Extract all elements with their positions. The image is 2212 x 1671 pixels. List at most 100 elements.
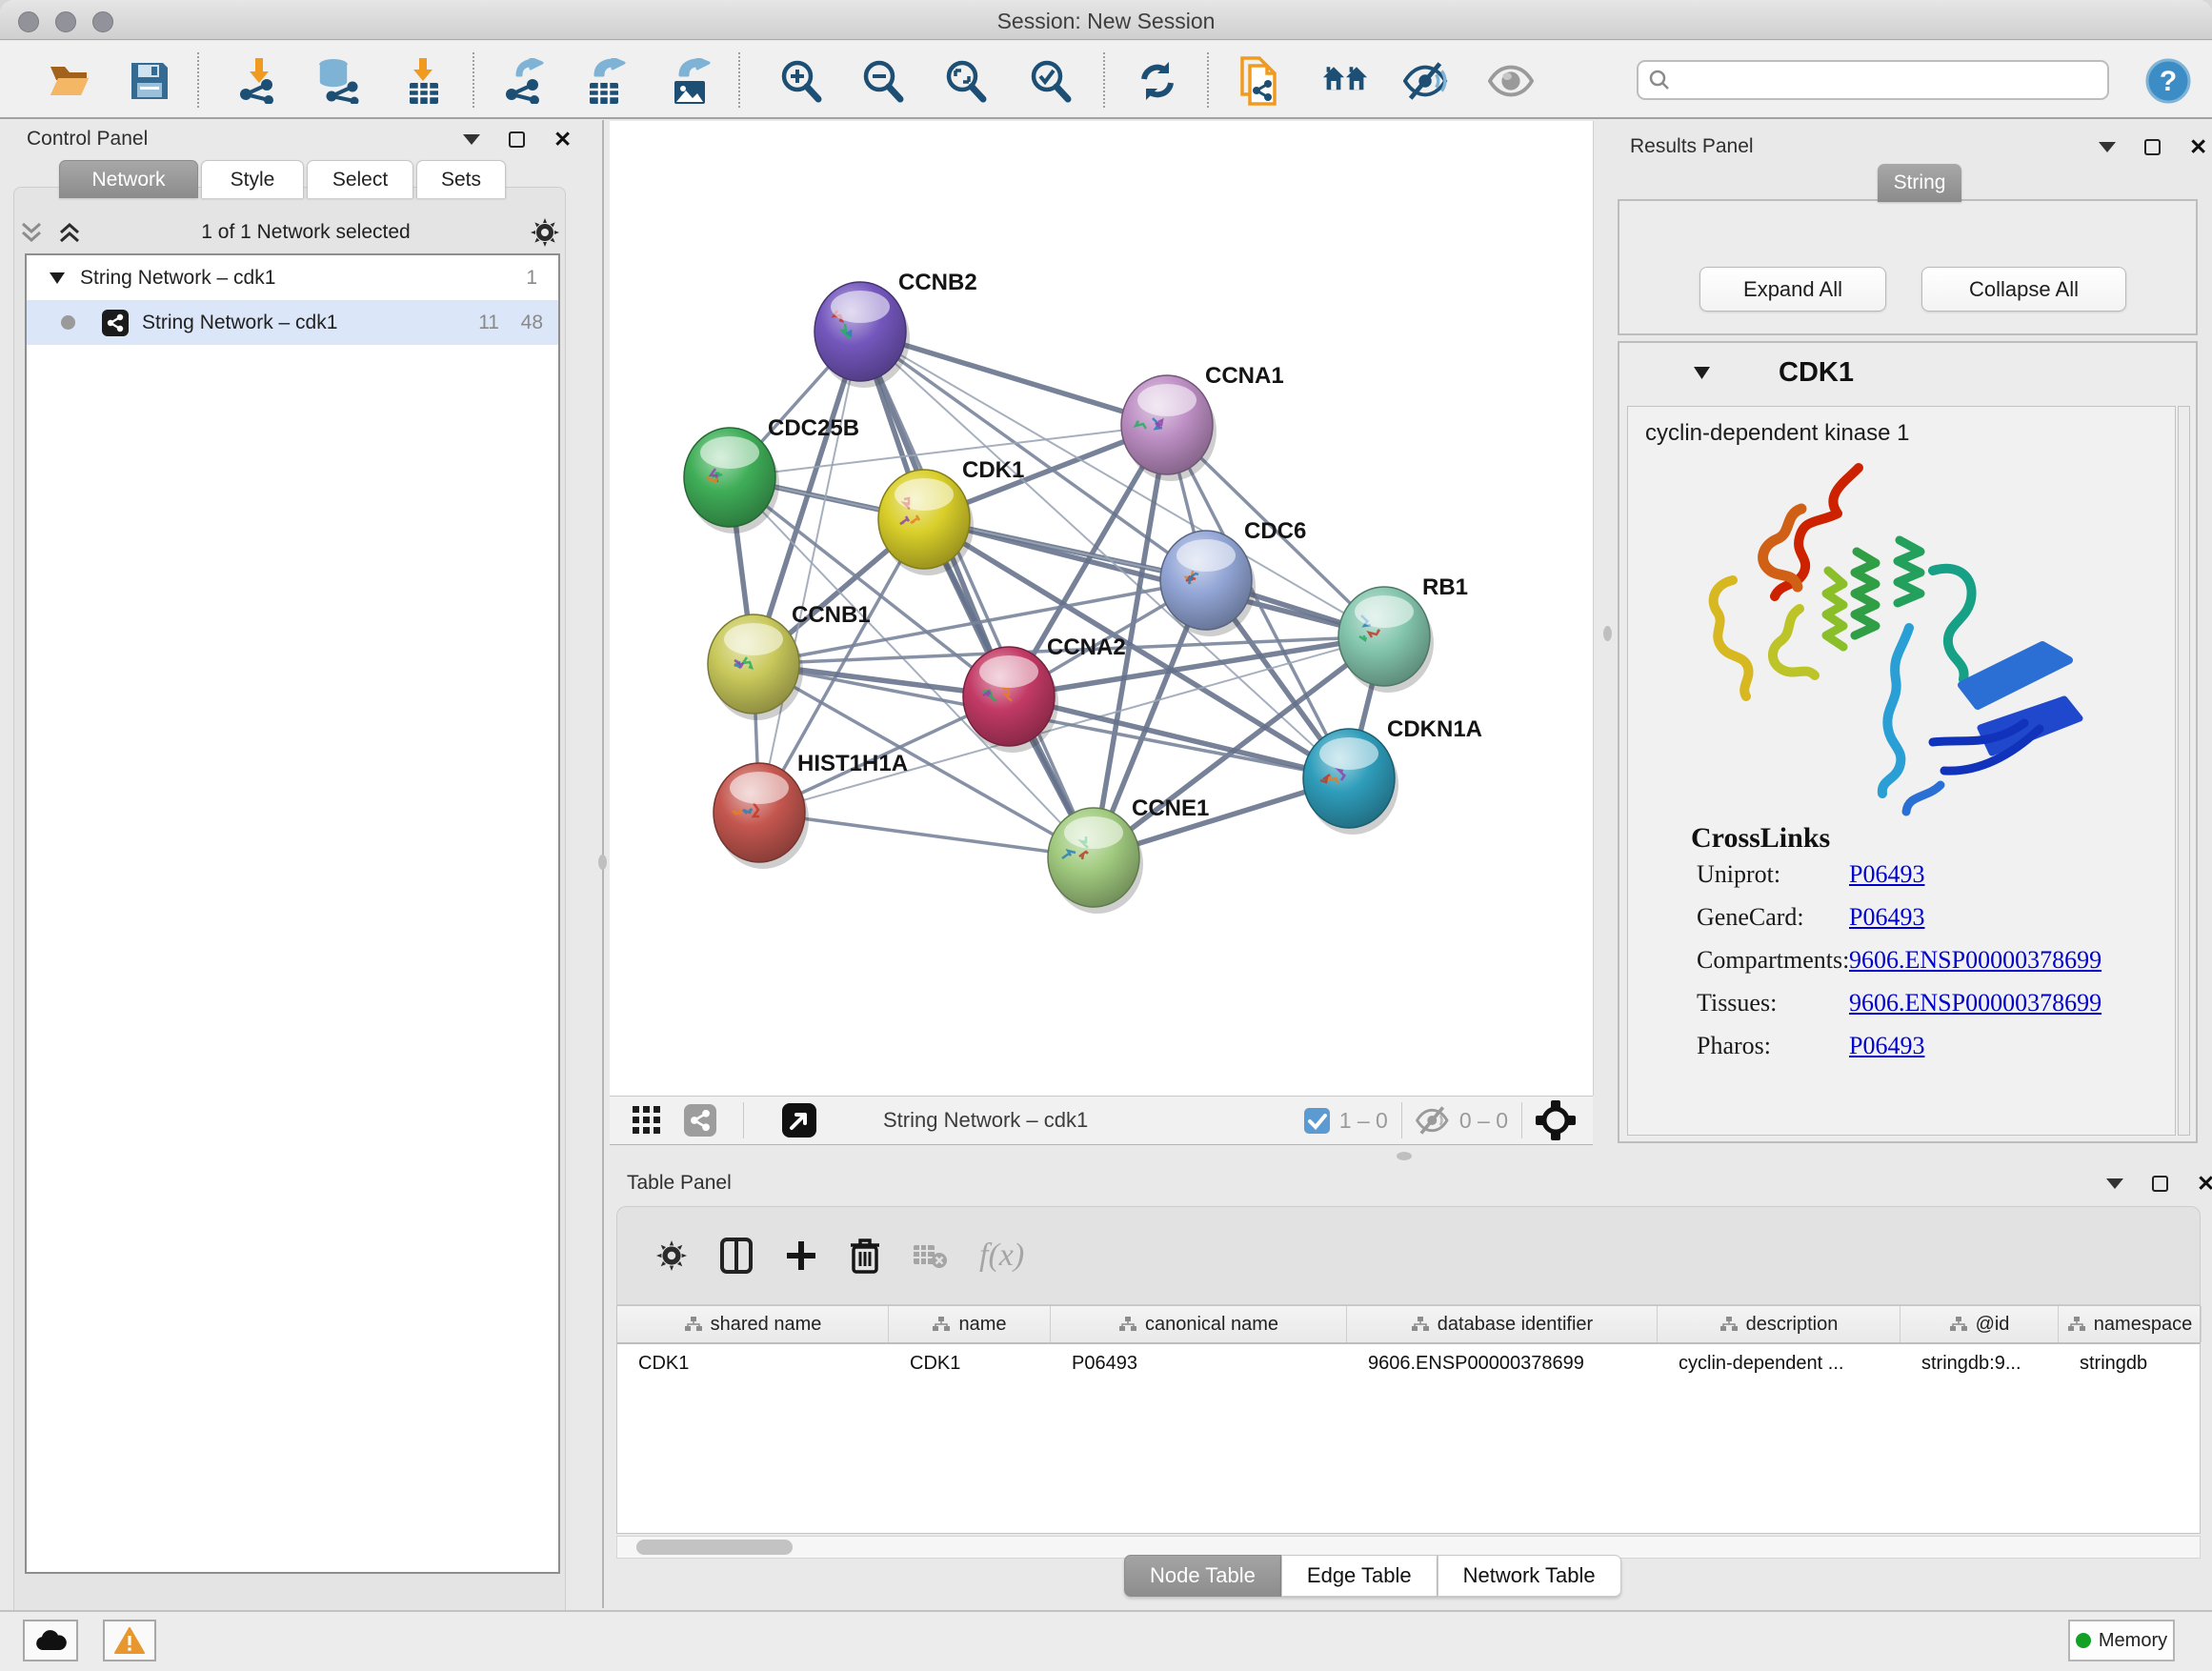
collapse-all-networks-icon[interactable] [19,220,44,245]
tab-network-table[interactable]: Network Table [1438,1555,1621,1597]
open-folder-icon[interactable] [48,58,93,104]
scrollbar-thumb[interactable] [636,1540,793,1555]
selected-checkbox-icon[interactable] [1304,1108,1330,1134]
node-CDKN1A[interactable]: CDKN1A [1303,716,1482,835]
collapse-section-icon[interactable] [1694,367,1710,379]
float-panel-icon[interactable] [2099,142,2116,152]
expand-all-networks-icon[interactable] [57,220,82,245]
network-collection-row[interactable]: String Network – cdk1 1 [27,255,558,300]
import-network-file-icon[interactable] [235,58,281,104]
cell-namespace[interactable]: stringdb [2059,1344,2202,1382]
crosshair-icon[interactable] [1536,1100,1576,1140]
collapse-all-button[interactable]: Collapse All [1921,267,2126,312]
zoom-in-icon[interactable] [777,58,823,104]
edge-CCNB2-CCNE1[interactable] [860,332,1094,857]
node-table[interactable]: shared namenamecanonical namedatabase id… [616,1305,2201,1534]
column-header-shared-name[interactable]: shared name [617,1306,889,1342]
refresh-icon[interactable] [1135,58,1180,104]
network-canvas[interactable]: CCNB2CCNA1CDC25BCDK1CDC6RB1CCNB1CCNA2CDK… [610,121,1593,1096]
expand-all-button[interactable]: Expand All [1699,267,1886,312]
cell-database-identifier[interactable]: 9606.ENSP00000378699 [1347,1344,1658,1382]
import-network-database-icon[interactable] [314,58,360,104]
cloud-button[interactable] [23,1620,78,1661]
tab-edge-table[interactable]: Edge Table [1281,1555,1438,1597]
collapse-tree-icon[interactable] [50,272,65,284]
close-panel-icon[interactable]: ✕ [2189,139,2207,155]
search-input[interactable] [1671,69,2081,92]
search-box[interactable] [1637,60,2109,100]
crosslink-value[interactable]: P06493 [1849,903,1924,932]
show-columns-icon[interactable] [720,1238,753,1274]
float-panel-icon[interactable] [463,134,480,145]
network-graph[interactable]: CCNB2CCNA1CDC25BCDK1CDC6RB1CCNB1CCNA2CDK… [610,121,1593,1096]
help-icon[interactable]: ? [2145,58,2191,104]
crosslink-value[interactable]: P06493 [1849,1032,1924,1060]
hide-graphics-details-icon[interactable] [1403,58,1449,104]
column-header-canonical-name[interactable]: canonical name [1051,1306,1347,1342]
cell-shared-name[interactable]: CDK1 [617,1344,889,1382]
memory-button[interactable]: Memory [2068,1620,2175,1661]
float-panel-icon[interactable] [2106,1178,2123,1189]
string-import-icon[interactable] [1236,58,1281,104]
column-header-@id[interactable]: @id [1900,1306,2059,1342]
column-header-description[interactable]: description [1658,1306,1900,1342]
network-row[interactable]: String Network – cdk1 11 48 [27,300,558,345]
grid-view-icon[interactable] [633,1106,661,1135]
node-HIST1H1A[interactable]: HIST1H1A [714,751,908,869]
node-CDK1[interactable]: CDK1 [878,457,1024,575]
node-CCNA1[interactable]: CCNA1 [1121,363,1284,481]
maximize-panel-icon[interactable] [2152,1176,2168,1192]
column-header-namespace[interactable]: namespace [2059,1306,2202,1342]
tab-style[interactable]: Style [201,160,304,198]
delete-column-icon[interactable] [850,1238,880,1274]
horizontal-splitter-grip[interactable] [1397,1152,1412,1160]
splitter-grip[interactable] [598,855,607,870]
cell-name[interactable]: CDK1 [889,1344,1051,1382]
maximize-panel-icon[interactable] [2144,139,2161,155]
zoom-selected-icon[interactable] [1027,58,1073,104]
tab-node-table[interactable]: Node Table [1124,1555,1281,1597]
cell-canonical-name[interactable]: P06493 [1051,1344,1347,1382]
node-CCNB2[interactable]: CCNB2 [814,270,977,388]
crosslink-label: Pharos: [1697,1032,1771,1060]
cell-@id[interactable]: stringdb:9... [1900,1344,2059,1382]
tab-select[interactable]: Select [307,160,413,198]
gene-header-row[interactable]: CDK1 [1619,343,2196,402]
show-graphics-details-icon[interactable] [1488,58,1534,104]
tab-network[interactable]: Network [59,160,198,198]
tab-sets[interactable]: Sets [416,160,506,198]
gear-icon[interactable] [530,217,560,248]
table-row[interactable]: CDK1CDK1P064939606.ENSP00000378699cyclin… [617,1344,2200,1382]
warning-button[interactable] [103,1620,156,1661]
crosslink-value[interactable]: 9606.ENSP00000378699 [1849,989,2101,1017]
zoom-out-icon[interactable] [859,58,905,104]
column-header-name[interactable]: name [889,1306,1051,1342]
splitter-grip[interactable] [1603,626,1612,641]
edge-CCNE1-HIST1H1A[interactable] [759,813,1094,857]
close-panel-icon[interactable]: ✕ [2197,1176,2212,1192]
import-table-icon[interactable] [400,58,446,104]
close-panel-icon[interactable]: ✕ [553,131,572,148]
houses-icon[interactable] [1322,58,1368,104]
zoom-fit-icon[interactable] [942,58,988,104]
node-CDC25B[interactable]: CDC25B [684,415,859,534]
node-RB1[interactable]: RB1 [1338,574,1468,693]
column-header-database-identifier[interactable]: database identifier [1347,1306,1658,1342]
crosslink-value[interactable]: 9606.ENSP00000378699 [1849,946,2101,975]
add-column-icon[interactable] [785,1239,817,1272]
export-image-icon[interactable] [667,58,713,104]
table-gear-icon[interactable] [655,1239,688,1272]
crosslink-value[interactable]: P06493 [1849,860,1924,889]
maximize-panel-icon[interactable] [509,131,525,148]
network-view-share-icon[interactable] [684,1104,716,1137]
export-table-icon[interactable] [582,58,628,104]
save-session-icon[interactable] [127,58,172,104]
table-panel: Table Panel ✕ f(x) shared namenamecanoni… [606,1164,2212,1608]
edge-CCNB2-HIST1H1A[interactable] [759,332,860,813]
birdseye-view-icon[interactable] [782,1103,816,1137]
cell-description[interactable]: cyclin-dependent ... [1658,1344,1900,1382]
results-scrollbar[interactable] [2178,406,2190,1136]
export-network-icon[interactable] [501,58,547,104]
node-CCNE1[interactable]: CCNE1 [1048,795,1209,914]
tab-string[interactable]: String [1878,164,1961,202]
